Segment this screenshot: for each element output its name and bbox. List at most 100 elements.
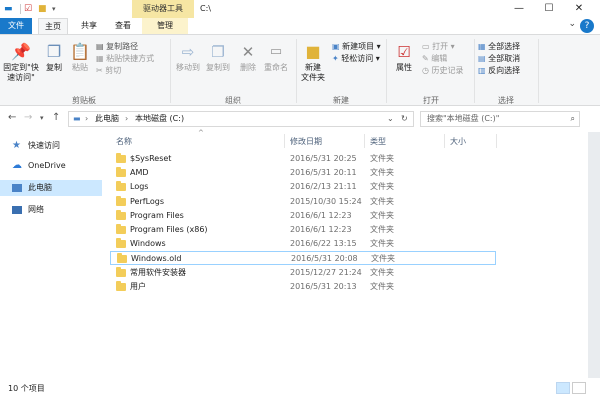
properties-button[interactable]: ☑ 属性 xyxy=(390,41,418,73)
app-icon: ▬ xyxy=(4,4,13,14)
select-none-label: 全部取消 xyxy=(488,54,521,63)
tab-home[interactable]: 主页 xyxy=(38,18,68,34)
address-bar[interactable]: ▬ › 此电脑 › 本地磁盘 (C:) ⌄ ↻ xyxy=(68,111,414,127)
sidebar-item-onedrive[interactable]: ☁ OneDrive xyxy=(0,158,102,174)
maximize-button[interactable]: ☐ xyxy=(534,0,564,18)
new-folder-quick-icon[interactable]: ■ xyxy=(38,2,47,16)
paste-button[interactable]: 📋 粘贴 xyxy=(68,41,92,73)
help-icon[interactable]: ? xyxy=(580,19,594,33)
tab-share[interactable]: 共享 xyxy=(74,18,104,34)
column-header-date[interactable]: 修改日期 xyxy=(290,136,322,147)
large-icons-view-icon[interactable] xyxy=(572,382,586,394)
select-all-label: 全部选择 xyxy=(488,42,521,51)
rename-icon: ▭ xyxy=(269,44,283,59)
new-folder-label: 新建 文件夹 xyxy=(301,63,325,82)
pin-icon: 📌 xyxy=(11,42,31,61)
divider[interactable] xyxy=(444,134,445,148)
table-row[interactable]: 用户 2016/5/31 20:13 文件夹 xyxy=(110,280,496,294)
history-button[interactable]: ◷ 历史记录 xyxy=(422,65,464,77)
breadcrumb-drive[interactable]: 本地磁盘 (C:) xyxy=(135,112,184,126)
sidebar-item-this-pc[interactable]: 此电脑 xyxy=(0,180,102,196)
column-header-size[interactable]: 大小 xyxy=(450,136,466,147)
file-name: 常用软件安装器 xyxy=(130,267,186,277)
select-none-button[interactable]: ▤ 全部取消 xyxy=(478,53,520,65)
search-input[interactable]: 搜索"本地磁盘 (C:)" ⌕ xyxy=(420,111,580,127)
divider[interactable] xyxy=(496,134,497,148)
divider[interactable] xyxy=(284,134,285,148)
tab-file[interactable]: 文件 xyxy=(0,18,32,34)
table-row[interactable]: PerfLogs 2015/10/30 15:24 文件夹 xyxy=(110,195,496,209)
sidebar-item-quick-access[interactable]: ★ 快速访问 xyxy=(0,138,102,154)
sidebar-item-network[interactable]: 网络 xyxy=(0,202,102,218)
divider xyxy=(296,39,297,103)
open-button[interactable]: ▭ 打开 ▾ xyxy=(422,41,455,53)
open-label: 打开 xyxy=(432,42,449,51)
table-row[interactable]: $SysReset 2016/5/31 20:25 文件夹 xyxy=(110,152,496,166)
recent-locations-icon[interactable]: ▾ xyxy=(40,114,44,122)
pc-icon xyxy=(12,184,22,192)
table-row[interactable]: Program Files (x86) 2016/6/1 12:23 文件夹 xyxy=(110,223,496,237)
table-row[interactable]: Windows 2016/6/22 13:15 文件夹 xyxy=(110,237,496,251)
new-item-button[interactable]: ▣ 新建项目 ▾ xyxy=(332,41,381,53)
pin-quick-access-button[interactable]: 📌 固定到"快 速访问" xyxy=(2,41,40,83)
paste-shortcut-button[interactable]: ▦ 粘贴快捷方式 xyxy=(96,53,154,65)
refresh-icon[interactable]: ↻ xyxy=(401,112,408,126)
table-row[interactable]: Windows.old 2016/5/31 20:08 文件夹 xyxy=(110,251,496,266)
table-row[interactable]: Logs 2016/2/13 21:11 文件夹 xyxy=(110,180,496,194)
properties-quick-icon[interactable]: ☑ xyxy=(24,2,32,16)
new-folder-button[interactable]: ■ 新建 文件夹 xyxy=(298,41,328,83)
search-icon[interactable]: ⌕ xyxy=(571,112,575,126)
open-icon: ▭ xyxy=(422,42,430,51)
edit-icon: ✎ xyxy=(422,54,429,63)
new-item-label: 新建项目 xyxy=(342,42,375,51)
divider[interactable] xyxy=(364,134,365,148)
select-none-icon: ▤ xyxy=(478,54,486,63)
column-header-name[interactable]: 名称 xyxy=(116,136,132,147)
file-type: 文件夹 xyxy=(370,225,394,234)
customize-quick-access-icon[interactable]: ▾ xyxy=(52,2,56,16)
new-item-icon: ▣ xyxy=(332,42,340,51)
up-arrow-icon[interactable]: ↑ xyxy=(52,112,60,123)
rename-button[interactable]: ▭ 重命名 xyxy=(262,41,290,73)
cut-button[interactable]: ✂ 剪切 xyxy=(96,65,121,77)
move-to-button[interactable]: ⇨ 移动到 xyxy=(174,41,202,73)
copy-path-button[interactable]: ▤ 复制路径 xyxy=(96,41,138,53)
folder-icon: ■ xyxy=(305,42,321,61)
tab-manage[interactable]: 管理 xyxy=(142,18,188,34)
forward-arrow-icon[interactable]: → xyxy=(24,112,32,123)
edit-button[interactable]: ✎ 编辑 xyxy=(422,53,447,65)
table-row[interactable]: Program Files 2016/6/1 12:23 文件夹 xyxy=(110,209,496,223)
file-type: 文件夹 xyxy=(370,267,394,277)
sidebar-item-label: 快速访问 xyxy=(28,141,60,150)
details-view-icon[interactable] xyxy=(556,382,570,394)
table-row[interactable]: AMD 2016/5/31 20:11 文件夹 xyxy=(110,166,496,180)
invert-selection-button[interactable]: ▥ 反向选择 xyxy=(478,65,520,77)
search-placeholder: 搜索"本地磁盘 (C:)" xyxy=(427,114,500,123)
breadcrumb-this-pc[interactable]: 此电脑 xyxy=(95,112,119,126)
star-icon: ★ xyxy=(12,140,21,151)
history-label: 历史记录 xyxy=(431,66,464,75)
file-date: 2015/12/27 21:24 xyxy=(290,267,362,277)
properties-icon: ☑ xyxy=(397,43,411,61)
select-all-button[interactable]: ▦ 全部选择 xyxy=(478,41,520,53)
file-type: 文件夹 xyxy=(370,210,394,220)
ribbon-expand-icon[interactable]: ⌄ xyxy=(568,19,576,29)
new-group-label: 新建 xyxy=(333,96,349,105)
tab-view[interactable]: 查看 xyxy=(110,18,136,34)
navigation-pane: ★ 快速访问 ☁ OneDrive 此电脑 网络 xyxy=(0,132,106,378)
pc-icon: ▬ xyxy=(73,114,81,123)
copy-to-button[interactable]: ❐ 复制到 xyxy=(204,41,232,73)
cut-label: 剪切 xyxy=(105,66,122,75)
back-arrow-icon[interactable]: ← xyxy=(8,112,16,123)
delete-button[interactable]: ✕ 删除 xyxy=(236,41,260,73)
drive-tools-label: 驱动器工具 xyxy=(132,0,194,18)
chevron-down-icon[interactable]: ⌄ xyxy=(387,112,394,126)
minimize-button[interactable]: — xyxy=(504,0,534,18)
file-date: 2016/5/31 20:08 xyxy=(291,254,358,264)
column-header-type[interactable]: 类型 xyxy=(370,136,386,147)
file-date: 2016/6/22 13:15 xyxy=(290,239,357,249)
copy-button[interactable]: ❐ 复制 xyxy=(42,41,66,73)
close-button[interactable]: ✕ xyxy=(564,0,594,18)
table-row[interactable]: 常用软件安装器 2015/12/27 21:24 文件夹 xyxy=(110,266,496,280)
easy-access-button[interactable]: ✦ 轻松访问 ▾ xyxy=(332,53,380,65)
